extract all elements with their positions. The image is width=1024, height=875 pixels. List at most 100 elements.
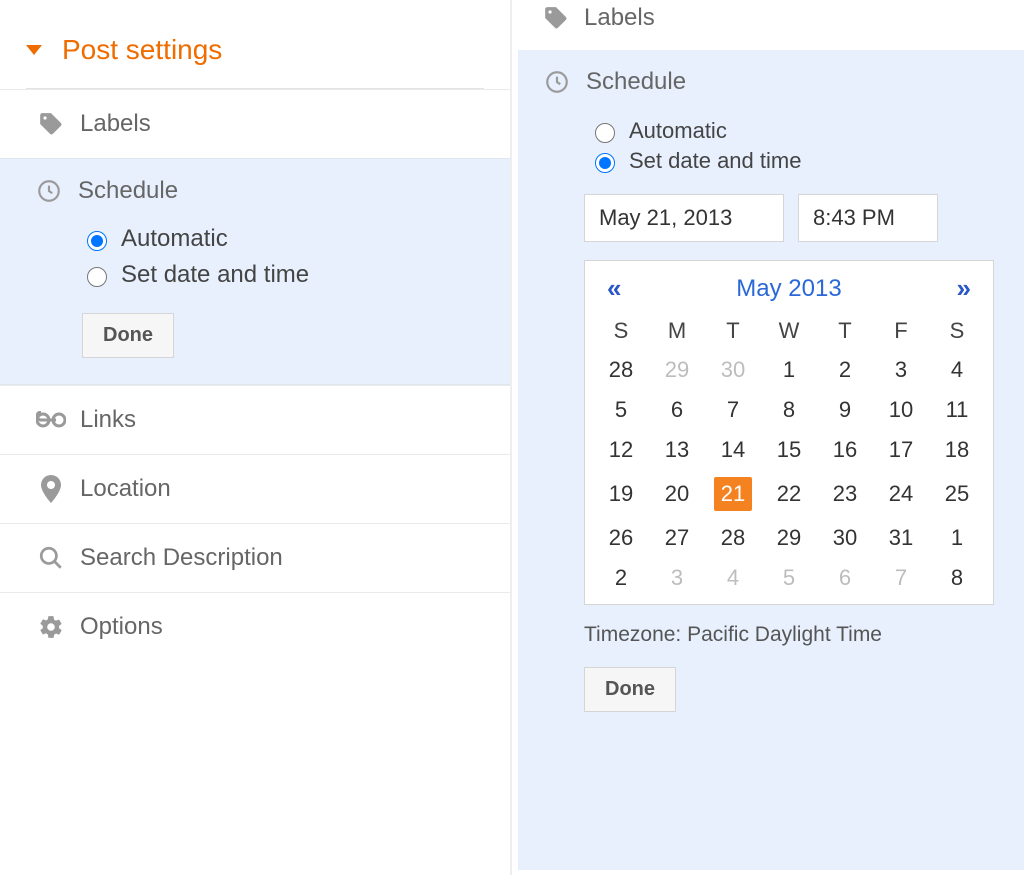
location-label: Location: [80, 475, 171, 503]
cal-day[interactable]: 18: [929, 430, 985, 470]
header-title: Post settings: [62, 34, 222, 66]
radio-automatic[interactable]: Automatic: [82, 225, 484, 253]
cal-day[interactable]: 24: [873, 470, 929, 518]
cal-day[interactable]: 13: [649, 430, 705, 470]
location-icon: [32, 475, 70, 503]
cal-day[interactable]: 2: [817, 350, 873, 390]
sidebar-item-options[interactable]: Options: [0, 592, 510, 661]
cal-day[interactable]: 9: [817, 390, 873, 430]
cal-day[interactable]: 28: [705, 518, 761, 558]
calendar: « May 2013 » SMTWTFS 2829301234567891011…: [584, 260, 994, 605]
cal-day[interactable]: 12: [593, 430, 649, 470]
cal-day[interactable]: 3: [873, 350, 929, 390]
cal-day[interactable]: 1: [929, 518, 985, 558]
cal-day[interactable]: 25: [929, 470, 985, 518]
radio-automatic-input[interactable]: [87, 231, 107, 251]
clock-icon: [538, 69, 576, 95]
cal-day[interactable]: 4: [705, 558, 761, 598]
radio-setdate-input[interactable]: [87, 267, 107, 287]
search-label: Search Description: [80, 544, 283, 572]
cal-day[interactable]: 21: [705, 470, 761, 518]
done-button-right[interactable]: Done: [584, 667, 676, 712]
sidebar-item-search[interactable]: Search Description: [0, 523, 510, 592]
date-time-inputs: [584, 194, 1004, 242]
cal-day[interactable]: 8: [929, 558, 985, 598]
sidebar-item-labels-right[interactable]: Labels: [518, 0, 1024, 50]
cal-day[interactable]: 28: [593, 350, 649, 390]
sidebar-item-links[interactable]: Links: [0, 385, 510, 454]
schedule-panel: Schedule Automatic Set date and time Don…: [0, 158, 510, 385]
cal-dow-header: S: [593, 312, 649, 350]
cal-day[interactable]: 6: [817, 558, 873, 598]
cal-dow-header: T: [817, 312, 873, 350]
tag-icon: [538, 5, 574, 31]
done-label-right: Done: [605, 678, 655, 700]
calendar-grid: SMTWTFS 28293012345678910111213141516171…: [593, 312, 985, 598]
schedule-title-right: Schedule: [586, 68, 686, 96]
radio-automatic-label: Automatic: [121, 225, 228, 253]
clock-icon: [30, 178, 68, 204]
cal-day[interactable]: 7: [705, 390, 761, 430]
radio-setdate-label-right: Set date and time: [629, 148, 801, 174]
options-label: Options: [80, 613, 163, 641]
schedule-head-right[interactable]: Schedule: [538, 68, 1004, 96]
cal-next-button[interactable]: »: [951, 273, 977, 304]
cal-day[interactable]: 23: [817, 470, 873, 518]
post-settings-pane: Post settings Labels Schedule Automatic …: [0, 0, 512, 875]
cal-day[interactable]: 29: [761, 518, 817, 558]
cal-dow-header: S: [929, 312, 985, 350]
cal-dow-header: T: [705, 312, 761, 350]
cal-prev-button[interactable]: «: [601, 273, 627, 304]
radio-setdate[interactable]: Set date and time: [82, 261, 484, 289]
cal-day[interactable]: 1: [761, 350, 817, 390]
cal-day[interactable]: 30: [817, 518, 873, 558]
cal-day[interactable]: 31: [873, 518, 929, 558]
done-button[interactable]: Done: [82, 313, 174, 358]
schedule-title: Schedule: [78, 177, 178, 205]
sidebar-item-labels[interactable]: Labels: [0, 89, 510, 158]
cal-day[interactable]: 14: [705, 430, 761, 470]
cal-day[interactable]: 3: [649, 558, 705, 598]
radio-automatic-input-right[interactable]: [595, 123, 615, 143]
radio-setdate-right[interactable]: Set date and time: [590, 148, 1004, 174]
schedule-panel-expanded: Schedule Automatic Set date and time « M…: [518, 50, 1024, 870]
date-input[interactable]: [584, 194, 784, 242]
cal-dow-header: F: [873, 312, 929, 350]
cal-day[interactable]: 5: [761, 558, 817, 598]
done-label: Done: [103, 324, 153, 346]
tag-icon: [32, 111, 70, 137]
cal-title[interactable]: May 2013: [736, 275, 841, 303]
radio-setdate-input-right[interactable]: [595, 153, 615, 173]
time-input[interactable]: [798, 194, 938, 242]
cal-day[interactable]: 30: [705, 350, 761, 390]
schedule-options: Automatic Set date and time: [82, 225, 484, 289]
cal-day[interactable]: 10: [873, 390, 929, 430]
labels-label: Labels: [80, 110, 151, 138]
cal-day[interactable]: 2: [593, 558, 649, 598]
schedule-options-right: Automatic Set date and time: [590, 118, 1004, 174]
radio-setdate-label: Set date and time: [121, 261, 309, 289]
search-icon: [32, 545, 70, 571]
post-settings-expanded-pane: Labels Schedule Automatic Set date and t…: [512, 0, 1024, 875]
cal-day[interactable]: 19: [593, 470, 649, 518]
cal-day[interactable]: 4: [929, 350, 985, 390]
cal-day[interactable]: 7: [873, 558, 929, 598]
cal-day[interactable]: 22: [761, 470, 817, 518]
timezone-label: Timezone: Pacific Daylight Time: [584, 623, 1004, 647]
cal-day[interactable]: 26: [593, 518, 649, 558]
radio-automatic-label-right: Automatic: [629, 118, 727, 144]
cal-day[interactable]: 17: [873, 430, 929, 470]
cal-day[interactable]: 11: [929, 390, 985, 430]
cal-day[interactable]: 15: [761, 430, 817, 470]
radio-automatic-right[interactable]: Automatic: [590, 118, 1004, 144]
sidebar-item-schedule[interactable]: Schedule: [30, 177, 484, 205]
cal-day[interactable]: 16: [817, 430, 873, 470]
cal-day[interactable]: 8: [761, 390, 817, 430]
sidebar-item-location[interactable]: Location: [0, 454, 510, 523]
cal-day[interactable]: 6: [649, 390, 705, 430]
cal-day[interactable]: 29: [649, 350, 705, 390]
cal-day[interactable]: 27: [649, 518, 705, 558]
cal-day[interactable]: 5: [593, 390, 649, 430]
post-settings-header[interactable]: Post settings: [0, 6, 510, 88]
cal-day[interactable]: 20: [649, 470, 705, 518]
